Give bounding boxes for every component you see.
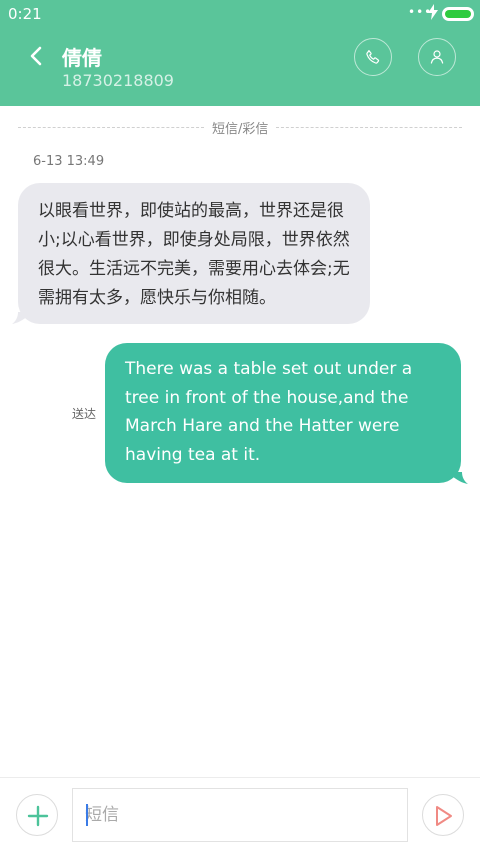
send-icon [436,806,452,826]
outgoing-bubble-tail [452,472,468,484]
add-attachment-button[interactable] [16,794,58,836]
delivery-status: 送达 [72,407,97,421]
incoming-bubble-tail [12,312,28,324]
contact-name: 倩倩 [62,46,102,70]
incoming-message-bubble[interactable]: 以眼看世界，即使站的最高，世界还是很小;以心看世界，即使身处局限，世界依然很大。… [18,183,370,324]
message-timestamp: 6-13 13:49 [33,154,105,169]
contact-profile-button[interactable] [418,38,456,76]
back-icon [30,46,42,66]
text-cursor [86,804,88,826]
divider-line [276,127,462,128]
send-button[interactable] [422,794,464,836]
call-button[interactable] [354,38,392,76]
divider-line [18,127,204,128]
contact-number: 18730218809 [62,71,174,90]
message-input[interactable] [72,788,408,842]
back-button[interactable] [24,42,52,70]
incoming-message-text: 以眼看世界，即使站的最高，世界还是很小;以心看世界，即使身处局限，世界依然很大。… [38,201,350,308]
status-bar: 0:21 ••• [0,0,480,28]
charging-icon [428,4,438,24]
status-time: 0:21 [8,5,42,23]
battery-icon [442,7,474,21]
outgoing-message-text: There was a table set out under a tree i… [125,359,413,465]
phone-icon [366,50,380,64]
conversation-header: 0:21 ••• 倩倩 18730218809 [0,0,480,106]
person-icon [430,50,444,64]
outgoing-message-bubble[interactable]: There was a table set out under a tree i… [105,343,461,483]
channel-label: 短信/彩信 [212,122,269,137]
add-icon [27,805,49,827]
